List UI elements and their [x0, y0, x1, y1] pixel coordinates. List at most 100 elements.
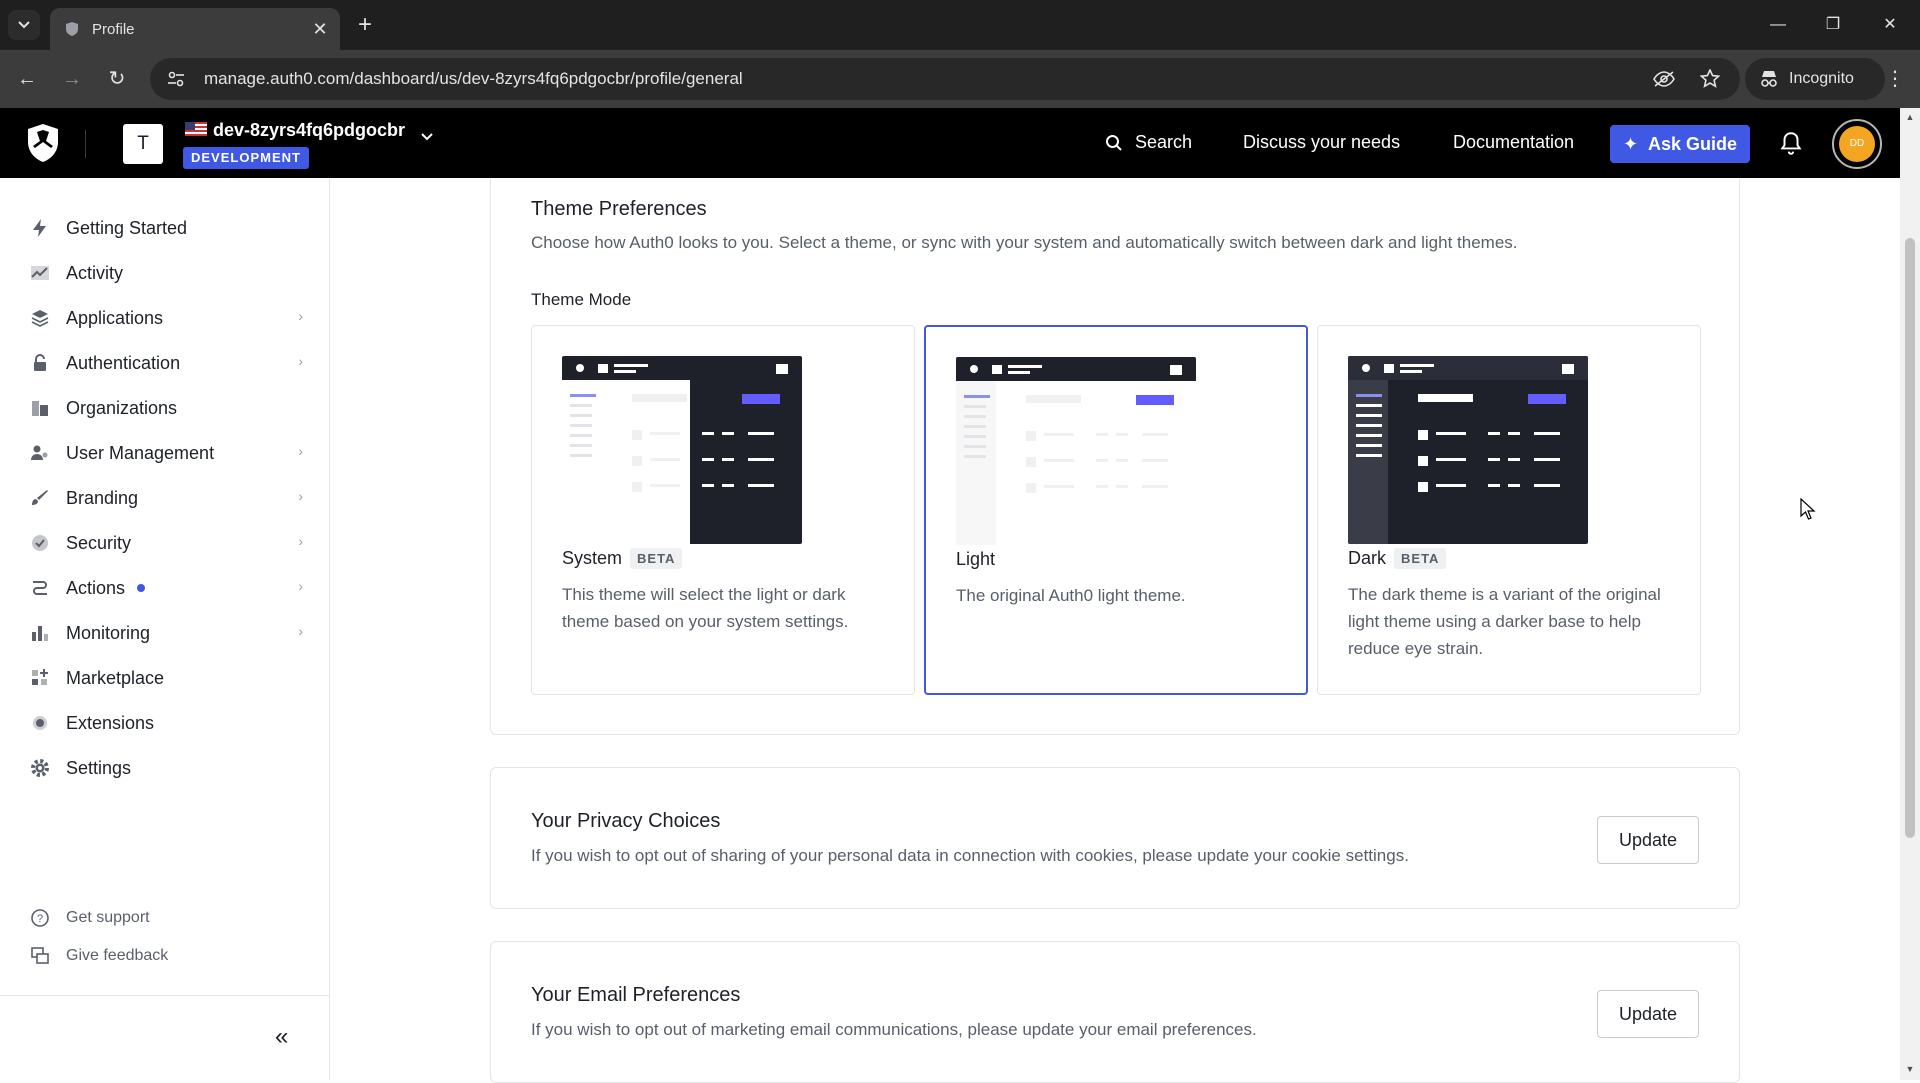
chevron-down-icon	[18, 21, 30, 29]
tenant-name[interactable]: dev-8zyrs4fq6pdgocbr	[213, 120, 405, 141]
theme-option-light[interactable]: Light The original Auth0 light theme.	[924, 325, 1308, 695]
gear-icon	[28, 756, 52, 780]
get-support-label: Get support	[66, 909, 150, 926]
feedback-icon	[30, 946, 50, 966]
site-info-icon[interactable]	[162, 65, 190, 93]
browser-tab[interactable]: Profile ✕	[50, 8, 340, 50]
bar-chart-icon	[28, 621, 52, 645]
search-button[interactable]: Search	[1105, 132, 1192, 153]
forward-icon[interactable]: →	[57, 64, 87, 94]
sidebar-item-monitoring[interactable]: Monitoring ›	[28, 615, 303, 651]
collapse-sidebar-icon[interactable]: «	[275, 1023, 288, 1051]
sidebar-item-label: Applications	[66, 307, 164, 328]
update-email-button[interactable]: Update	[1597, 990, 1699, 1038]
sidebar-item-authentication[interactable]: Authentication ›	[28, 345, 303, 381]
sidebar-item-security[interactable]: Security ›	[28, 525, 303, 561]
ask-guide-button[interactable]: ✦ Ask Guide	[1610, 125, 1750, 163]
actions-flow-icon	[28, 576, 52, 600]
theme-option-dark[interactable]: Dark BETA The dark theme is a variant of…	[1317, 325, 1701, 695]
privacy-description: If you wish to opt out of sharing of you…	[531, 846, 1409, 865]
chevron-right-icon: ›	[298, 623, 303, 639]
address-bar[interactable]: manage.auth0.com/dashboard/us/dev-8zyrs4…	[150, 58, 1740, 100]
incognito-indicator[interactable]: Incognito	[1745, 58, 1885, 100]
restore-icon[interactable]: ❐	[1813, 10, 1853, 40]
app-header: T dev-8zyrs4fq6pdgocbr DEVELOPMENT Searc…	[0, 108, 1900, 178]
sidebar-item-activity[interactable]: Activity	[28, 255, 303, 291]
auth0-favicon-icon	[66, 22, 78, 36]
sidebar-item-organizations[interactable]: Organizations	[28, 390, 303, 426]
sidebar-item-label: Activity	[66, 262, 124, 283]
back-icon[interactable]: ←	[12, 64, 42, 94]
theme-option-description: The original Auth0 light theme.	[956, 586, 1186, 605]
grid-plus-icon	[28, 666, 52, 690]
sidebar-item-label: Marketplace	[66, 667, 165, 688]
notifications-bell-icon[interactable]	[1778, 130, 1804, 156]
chevron-right-icon: ›	[298, 353, 303, 369]
bookmark-star-icon[interactable]	[1694, 63, 1726, 95]
system-theme-preview	[562, 356, 802, 544]
building-icon	[28, 396, 52, 420]
extension-icon	[28, 711, 52, 735]
page-scrollbar[interactable]: ▲ ▼	[1900, 108, 1920, 1080]
url-text: manage.auth0.com/dashboard/us/dev-8zyrs4…	[204, 69, 743, 88]
documentation-link[interactable]: Documentation	[1453, 132, 1574, 153]
sidebar-item-settings[interactable]: Settings	[28, 750, 303, 786]
theme-name-label: Dark	[1348, 548, 1387, 568]
auth0-logo-icon[interactable]	[24, 122, 62, 164]
theme-option-name: Dark BETA	[1348, 548, 1447, 569]
sidebar-item-label: Extensions	[66, 712, 155, 733]
privacy-title: Your Privacy Choices	[531, 810, 721, 832]
tab-title: Profile	[92, 20, 135, 38]
sidebar-item-user-management[interactable]: User Management ›	[28, 435, 303, 471]
theme-preferences-title: Theme Preferences	[531, 198, 707, 220]
theme-option-name: System BETA	[562, 548, 683, 569]
user-initials: DD	[1839, 126, 1875, 162]
tenant-avatar[interactable]: T	[123, 124, 163, 164]
sidebar-item-label: User Management	[66, 442, 215, 463]
theme-name-label: System	[562, 548, 623, 568]
minimize-icon[interactable]: —	[1758, 10, 1798, 40]
sidebar-item-branding[interactable]: Branding ›	[28, 480, 303, 516]
scroll-down-icon[interactable]: ▼	[1905, 1064, 1915, 1074]
give-feedback-link[interactable]: Give feedback	[30, 941, 168, 971]
browser-tabbar: Profile ✕ + — ❐ ✕	[0, 0, 1920, 50]
chevron-right-icon: ›	[298, 443, 303, 459]
theme-option-system[interactable]: System BETA This theme will select the l…	[531, 325, 915, 695]
new-tab-button[interactable]: +	[350, 10, 380, 40]
browser-menu-icon[interactable]: ⋮	[1880, 64, 1910, 94]
privacy-choices-card: Your Privacy Choices If you wish to opt …	[490, 767, 1740, 909]
shield-check-icon	[28, 531, 52, 555]
sidebar-item-label: Authentication	[66, 352, 181, 373]
user-avatar[interactable]: DD	[1832, 119, 1882, 169]
email-description: If you wish to opt out of marketing emai…	[531, 1020, 1257, 1039]
window-close-icon[interactable]: ✕	[1870, 10, 1910, 40]
sidebar-item-actions[interactable]: Actions ›	[28, 570, 303, 606]
close-tab-icon[interactable]: ✕	[306, 19, 334, 40]
incognito-label: Incognito	[1789, 70, 1854, 87]
layers-icon	[28, 306, 52, 330]
reload-icon[interactable]: ↻	[102, 64, 132, 94]
theme-option-description: The dark theme is a variant of the origi…	[1348, 585, 1661, 658]
scroll-thumb[interactable]	[1905, 238, 1915, 838]
svg-text:?: ?	[37, 913, 43, 925]
beta-badge: BETA	[630, 548, 683, 569]
update-privacy-button[interactable]: Update	[1597, 816, 1699, 864]
light-theme-preview	[956, 357, 1196, 545]
get-support-link[interactable]: ? Get support	[30, 903, 150, 933]
sidebar-item-getting-started[interactable]: Getting Started	[28, 210, 303, 246]
sidebar-item-marketplace[interactable]: Marketplace	[28, 660, 303, 696]
sidebar-item-applications[interactable]: Applications ›	[28, 300, 303, 336]
chevron-right-icon: ›	[298, 578, 303, 594]
sidebar-item-label: Branding	[66, 487, 139, 508]
search-label: Search	[1135, 132, 1193, 152]
tab-search-button[interactable]	[8, 10, 40, 40]
email-preferences-card: Your Email Preferences If you wish to op…	[490, 941, 1740, 1083]
mouse-cursor-icon	[1800, 498, 1816, 520]
scroll-up-icon[interactable]: ▲	[1905, 112, 1915, 122]
tenant-dropdown-chevron-icon[interactable]	[420, 132, 434, 142]
theme-option-name: Light	[956, 549, 995, 570]
eye-off-icon[interactable]	[1648, 63, 1680, 95]
discuss-needs-link[interactable]: Discuss your needs	[1243, 132, 1400, 153]
sidebar-item-label: Organizations	[66, 397, 178, 418]
sidebar-item-extensions[interactable]: Extensions	[28, 705, 303, 741]
